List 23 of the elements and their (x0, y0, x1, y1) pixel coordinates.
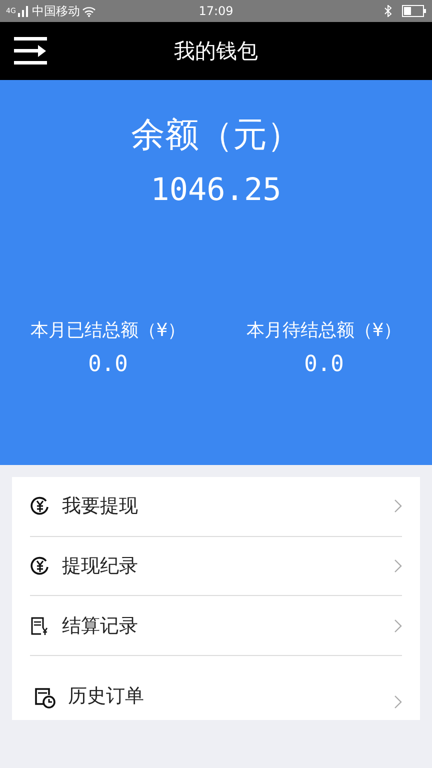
page-title: 我的钱包 (174, 38, 258, 65)
balance-amount: 1046.25 (150, 172, 282, 208)
summary-value: 0.0 (304, 352, 344, 377)
menu-icon (14, 37, 47, 65)
chevron-right-icon (394, 694, 402, 709)
summary-label: 本月已结总额（¥） (30, 319, 186, 342)
chevron-right-icon (394, 559, 402, 574)
document-clock-icon (34, 686, 56, 709)
balance-label: 余额（元） (131, 114, 301, 157)
carrier-name: 中国移动 (32, 2, 80, 20)
summary-value: 0.0 (88, 352, 128, 377)
clock-time: 17:09 (198, 4, 234, 18)
summary-label: 本月待结总额（¥） (246, 319, 402, 342)
wifi-icon (82, 6, 96, 16)
signal-icon (18, 6, 30, 16)
chevron-right-icon (394, 499, 402, 514)
yen-coin-icon (30, 496, 50, 516)
menu-button[interactable] (14, 36, 48, 66)
bluetooth-icon (384, 5, 392, 17)
chevron-right-icon (394, 618, 402, 633)
yen-coin-icon (30, 556, 50, 576)
battery-icon (402, 5, 426, 17)
receipt-icon (30, 616, 50, 636)
